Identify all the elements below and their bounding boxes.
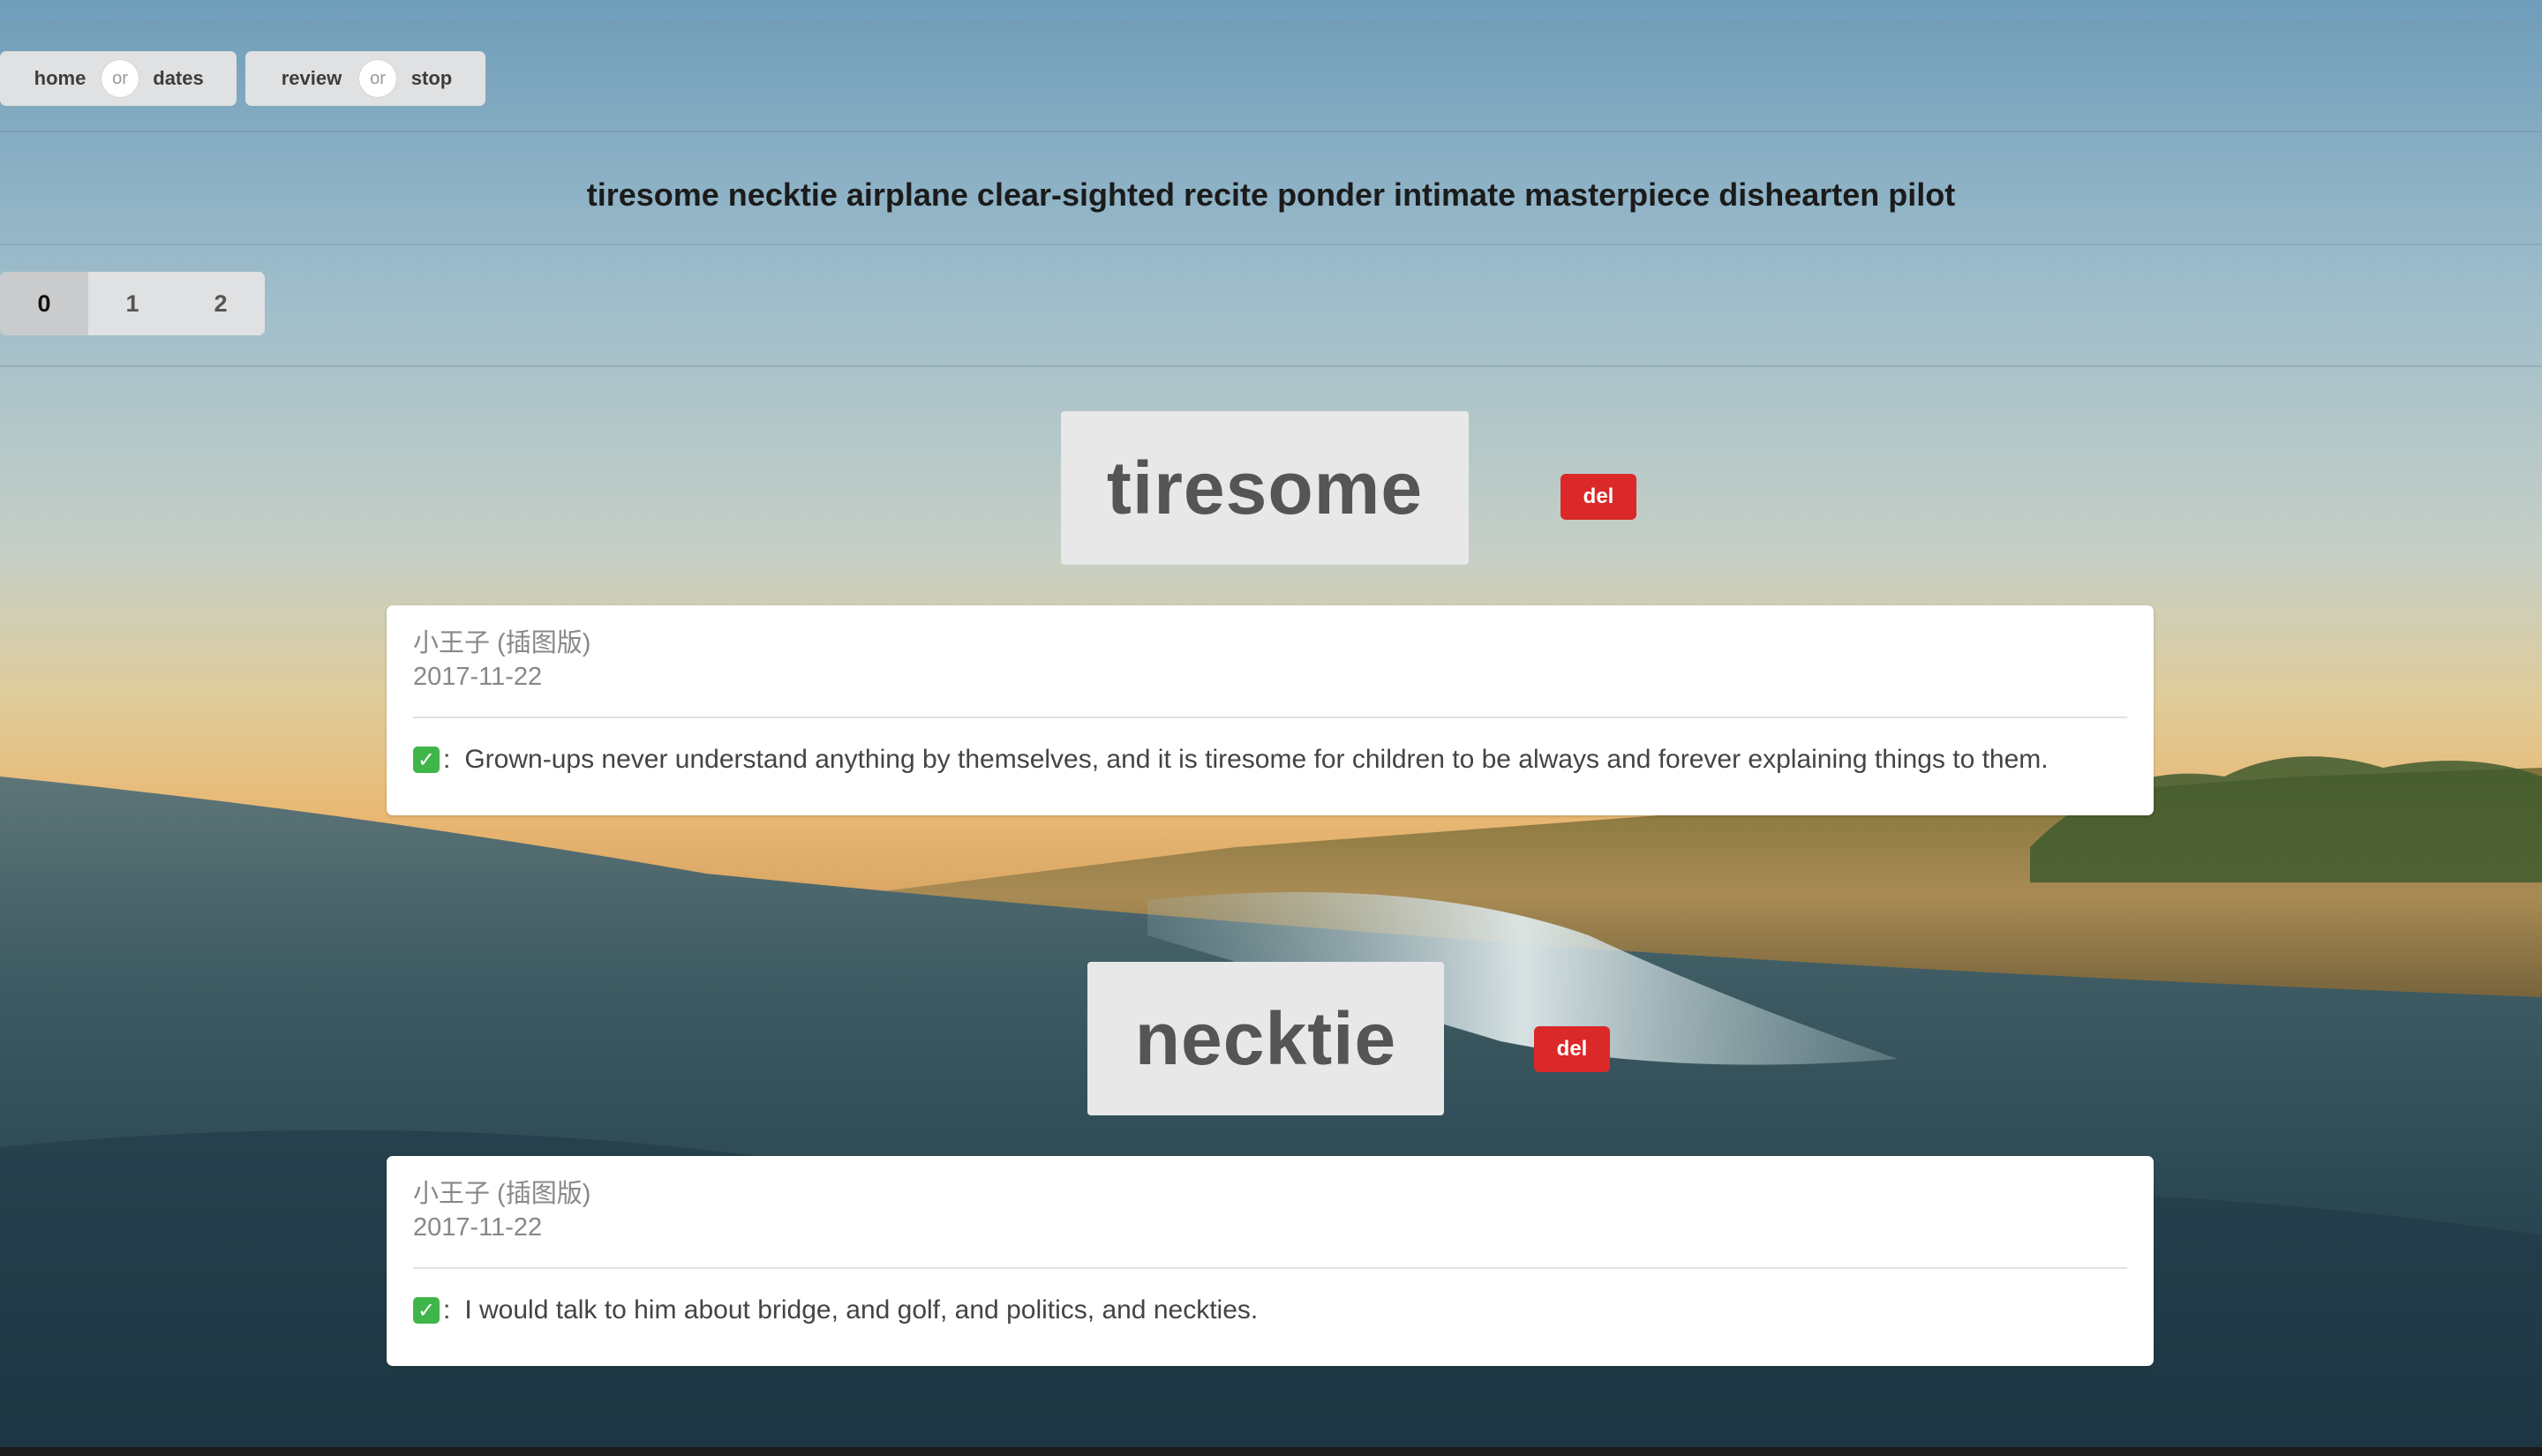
divider-line <box>0 365 2542 367</box>
book-title: 小王子 (插图版) <box>413 629 591 657</box>
word-list-heading: tiresome necktie airplane clear-sighted … <box>586 176 1956 213</box>
page-tabs: 0 1 2 <box>0 272 265 335</box>
example-sentence: ✓ : I would talk to him about bridge, an… <box>413 1295 2127 1325</box>
tab-1[interactable]: 1 <box>88 272 177 335</box>
sentence-card: 小王子 (插图版) 2017-11-22 ✓ : Grown-ups never… <box>387 605 2154 815</box>
colon: : <box>443 745 451 774</box>
nav-group-home-dates: home dates or <box>0 51 237 106</box>
check-icon: ✓ <box>413 747 440 773</box>
word-title: tiresome <box>1061 411 1469 565</box>
card-divider <box>413 717 2127 718</box>
divider-line <box>0 23 2542 25</box>
divider-line <box>0 131 2542 132</box>
card-divider <box>413 1267 2127 1269</box>
sentence-text: I would talk to him about bridge, and go… <box>464 1295 1259 1325</box>
colon: : <box>443 1295 451 1325</box>
delete-button[interactable]: del <box>1561 474 1636 520</box>
nav-group-review-stop: review stop or <box>245 51 485 106</box>
word-title: necktie <box>1087 962 1444 1115</box>
or-separator: or <box>102 60 139 97</box>
tab-2[interactable]: 2 <box>177 272 265 335</box>
divider-line <box>0 244 2542 245</box>
sentence-text: Grown-ups never understand anything by t… <box>464 745 2049 774</box>
check-icon: ✓ <box>413 1297 440 1324</box>
entry-date: 2017-11-22 <box>413 663 543 691</box>
book-title: 小王子 (插图版) <box>413 1180 591 1208</box>
example-sentence: ✓ : Grown-ups never understand anything … <box>413 745 2127 775</box>
entry-date: 2017-11-22 <box>413 1213 543 1242</box>
tab-0[interactable]: 0 <box>0 272 88 335</box>
or-separator: or <box>359 60 396 97</box>
sentence-card: 小王子 (插图版) 2017-11-22 ✓ : I would talk to… <box>387 1156 2154 1366</box>
review-button[interactable]: review <box>245 51 378 106</box>
delete-button[interactable]: del <box>1534 1026 1610 1072</box>
